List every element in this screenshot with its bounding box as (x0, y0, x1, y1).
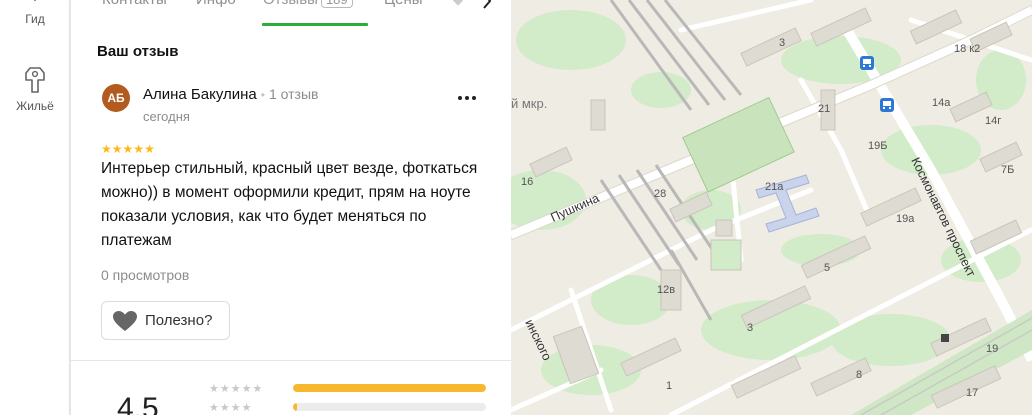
divider (71, 360, 511, 361)
chevron-right-icon[interactable] (482, 0, 492, 9)
house-number: 8 (856, 369, 862, 381)
rating-row-5-stars: ★★★★★ (209, 383, 264, 395)
heart-icon (113, 311, 137, 331)
star-icon: ★ (144, 142, 155, 156)
review-author: Алина Бакулина • 1 отзыв (143, 86, 318, 103)
rail-item-guide-label: Гид (25, 12, 45, 26)
map-canvas[interactable]: Пушкина Космонавтов проспект инского й м… (511, 0, 1032, 415)
tab-reviews[interactable]: Отзывы189 (263, 0, 353, 8)
rail-item-housing[interactable]: Жильё (0, 66, 70, 113)
left-rail: Гид Жильё (0, 0, 70, 415)
house-number: 28 (654, 188, 666, 200)
house-number: 19 (986, 343, 998, 355)
house-number: 5 (824, 262, 830, 274)
house-number: 7Б (1001, 164, 1014, 176)
rating-row-4-stars: ★★★★ (209, 402, 253, 414)
place-panel: Контакты Инфо Отзывы189 Цены ◆ Ваш отзыв… (71, 0, 511, 415)
housing-icon (25, 67, 45, 93)
map-view[interactable]: Пушкина Космонавтов проспект инского й м… (511, 0, 1032, 415)
star-icon: ★ (133, 142, 145, 156)
active-tab-indicator (262, 23, 368, 26)
house-number: 19Б (868, 140, 887, 152)
tabs-bar: Контакты Инфо Отзывы189 Цены ◆ (71, 0, 511, 26)
useful-button-label: Полезно? (145, 312, 213, 329)
star-icon: ★ (111, 142, 123, 156)
average-rating: 4,5 (117, 392, 159, 415)
bus-stop-icon[interactable] (880, 98, 894, 112)
house-number: 21 (818, 103, 830, 115)
rating-row-5-fill (293, 384, 486, 392)
tab-reviews-label: Отзывы (263, 0, 318, 8)
tab-contacts[interactable]: Контакты (102, 0, 167, 8)
review-text: Интерьер стильный, красный цвет везде, ф… (101, 160, 478, 249)
rail-item-guide[interactable]: Гид (0, 0, 70, 26)
author-separator-dot: • (260, 88, 265, 102)
district-label: й мкр. (511, 96, 547, 111)
rating-row-4-bar (293, 403, 486, 411)
review-date: сегодня (143, 109, 190, 124)
useful-button[interactable]: Полезно? (101, 301, 230, 340)
rating-row-4-fill (293, 403, 297, 411)
tab-prices[interactable]: Цены (384, 0, 423, 8)
tab-more-icon[interactable]: ◆ (453, 0, 463, 8)
house-number: 18 к2 (954, 43, 980, 55)
star-icon: ★ (101, 142, 112, 156)
bus-stop-icon[interactable] (860, 56, 874, 70)
guide-icon (34, 0, 36, 2)
rail-item-housing-label: Жильё (16, 99, 54, 113)
house-number: 21а (765, 181, 784, 193)
house-number: 1 (666, 380, 672, 392)
avatar[interactable]: АБ (102, 84, 130, 112)
rating-row-5-bar (293, 384, 486, 392)
map-marker-square (941, 334, 949, 342)
section-title: Ваш отзыв (97, 43, 179, 60)
author-reviews-count: 1 отзыв (268, 86, 319, 102)
house-number: 3 (747, 322, 753, 334)
house-number: 14г (985, 115, 1001, 127)
more-options-icon[interactable] (456, 90, 478, 104)
house-number: 17 (966, 387, 978, 399)
star-icon: ★ (122, 142, 134, 156)
house-number: 16 (521, 176, 533, 188)
tab-info[interactable]: Инфо (196, 0, 236, 8)
house-number: 19а (896, 213, 915, 225)
house-number: 12в (657, 284, 675, 296)
author-name[interactable]: Алина Бакулина (143, 86, 257, 103)
house-number: 14а (932, 97, 951, 109)
reviews-count-badge: 189 (320, 0, 353, 8)
review-stars: ★★★★★ (101, 140, 155, 156)
review-views: 0 просмотров (101, 267, 190, 283)
house-number: 3 (779, 37, 785, 49)
